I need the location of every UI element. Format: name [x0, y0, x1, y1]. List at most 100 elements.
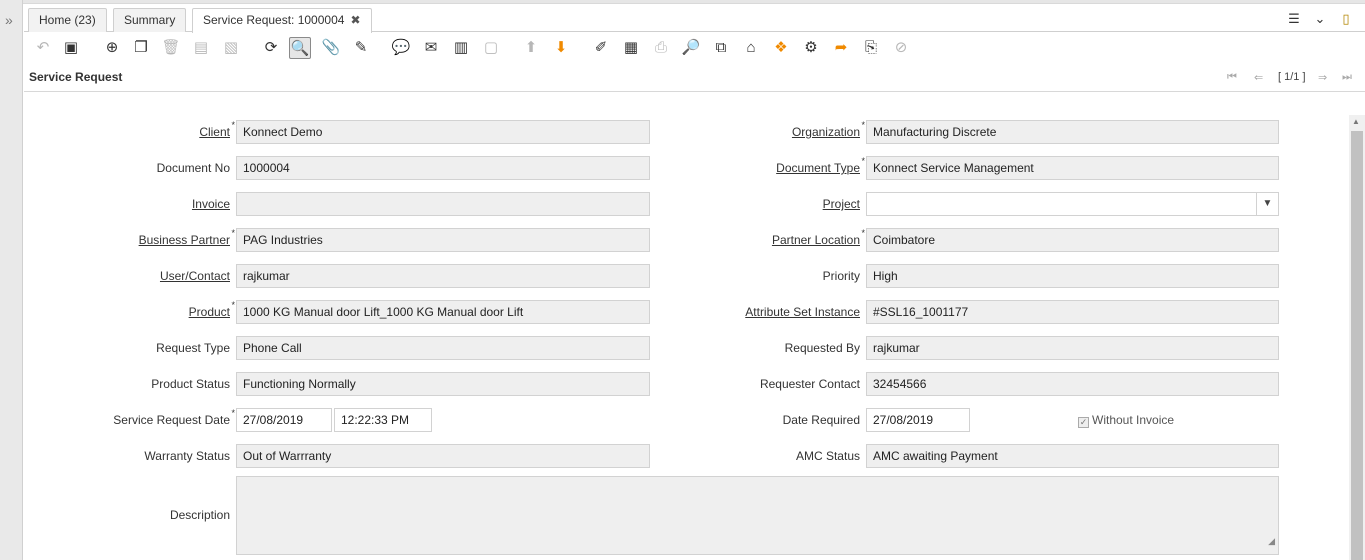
project-select[interactable]: ▼ — [866, 192, 1279, 216]
partner-location-field[interactable]: Coimbatore — [866, 228, 1279, 252]
document-type-label[interactable]: Document Type * — [776, 156, 865, 175]
priority-label: Priority — [822, 269, 860, 283]
next-record-icon[interactable]: ⇒ — [1318, 71, 1327, 84]
without-invoice-label: Without Invoice — [1092, 413, 1175, 427]
tab-label: Summary — [124, 13, 176, 27]
product-label[interactable]: Product * — [189, 300, 235, 319]
find-icon[interactable]: 🔍 — [289, 37, 311, 59]
archive-icon[interactable]: ▦ — [620, 37, 642, 59]
mandatory-marker: * — [231, 228, 235, 238]
chevron-down-icon[interactable]: ▼ — [1256, 193, 1278, 215]
document-icon[interactable]: ▯ — [1337, 10, 1355, 28]
detail-record-icon[interactable]: ⬇ — [550, 37, 572, 59]
product-field[interactable]: 1000 KG Manual door Lift_1000 KG Manual … — [236, 300, 650, 324]
tab-home[interactable]: Home (23) — [28, 8, 107, 32]
product-info-icon[interactable]: ⎘ — [860, 37, 882, 59]
history-icon[interactable]: ▢ — [480, 37, 502, 59]
scrollbar[interactable]: ▲ — [1349, 115, 1365, 560]
related-records-icon[interactable]: ⧉ — [710, 37, 732, 59]
label-text: Partner Location — [771, 233, 860, 247]
client-field[interactable]: Konnect Demo — [236, 120, 650, 144]
process-icon[interactable]: ⚙ — [800, 37, 822, 59]
date-required-label: Date Required — [782, 413, 860, 427]
side-panel-strip[interactable]: » — [0, 0, 23, 560]
new-record-icon[interactable]: ⊕ — [101, 37, 123, 59]
tab-service-request[interactable]: Service Request: 1000004 ✖ — [192, 8, 372, 33]
document-type-field[interactable]: Konnect Service Management — [866, 156, 1279, 180]
warranty-status-field[interactable]: Out of Warrranty — [236, 444, 650, 468]
collapse-icon[interactable]: ⌄ — [1311, 10, 1329, 28]
parent-record-icon[interactable]: ⬆ — [520, 37, 542, 59]
scroll-up-icon[interactable]: ▲ — [1352, 117, 1360, 126]
mandatory-marker: * — [861, 120, 865, 130]
help-icon[interactable]: ▣ — [60, 37, 82, 59]
delete-icon[interactable]: 🗑 — [160, 37, 182, 59]
organization-field[interactable]: Manufacturing Discrete — [866, 120, 1279, 144]
requester-contact-field[interactable]: 32454566 — [866, 372, 1279, 396]
export-icon[interactable]: ➦ — [830, 37, 852, 59]
resize-handle-icon[interactable]: ◢ — [1268, 530, 1275, 552]
business-partner-label[interactable]: Business Partner * — [138, 228, 235, 247]
menu-icon[interactable]: ☰ — [1285, 10, 1303, 28]
priority-field[interactable]: High — [866, 264, 1279, 288]
organization-label[interactable]: Organization * — [792, 120, 865, 139]
lock-icon[interactable]: ⊘ — [890, 37, 912, 59]
undo-icon[interactable]: ↶ — [32, 37, 54, 59]
without-invoice-checkbox[interactable]: ✓ Without Invoice — [1078, 413, 1174, 428]
product-status-field[interactable]: Functioning Normally — [236, 372, 650, 396]
invoice-label[interactable]: Invoice — [192, 197, 230, 211]
user-contact-field[interactable]: rajkumar — [236, 264, 650, 288]
attachment-icon[interactable]: 📎 — [320, 37, 342, 59]
refresh-icon[interactable]: ⟳ — [260, 37, 282, 59]
requester-contact-label: Requester Contact — [759, 377, 860, 391]
first-record-icon[interactable]: ⏮ — [1227, 71, 1237, 84]
service-request-date-field[interactable]: 27/08/2019 — [236, 408, 332, 432]
label-text: Business Partner — [138, 233, 230, 247]
project-label[interactable]: Project — [823, 197, 860, 211]
requested-by-label: Requested By — [784, 341, 860, 355]
requested-by-field[interactable]: rajkumar — [866, 336, 1279, 360]
document-no-label: Document No — [156, 161, 230, 175]
top-border — [0, 0, 1365, 4]
close-icon[interactable]: ✖ — [350, 13, 360, 27]
service-request-date-label: Service Request Date * — [113, 408, 235, 427]
save-new-icon[interactable]: ▧ — [220, 37, 242, 59]
zoom-across-icon[interactable]: 🔎 — [680, 37, 702, 59]
notes-icon[interactable]: ✎ — [350, 37, 372, 59]
tab-bar-actions: ☰ ⌄ ▯ — [1277, 10, 1355, 28]
label-text: Client — [199, 125, 230, 139]
grid-toggle-icon[interactable]: ▥ — [450, 37, 472, 59]
attribute-set-instance-label[interactable]: Attribute Set Instance — [745, 305, 860, 319]
description-field[interactable]: ◢ — [236, 476, 1279, 555]
previous-record-icon[interactable]: ⇐ — [1254, 71, 1263, 84]
page-title: Service Request — [29, 70, 123, 84]
expand-panel-icon[interactable]: » — [5, 12, 13, 28]
toolbar: ↶ ▣ ⊕ ❐ 🗑 ▤ ▧ ⟳ 🔍 📎 ✎ 💬 ✉ ▥ ▢ ⬆ ⬇ ✐ ▦ ⎙ … — [24, 34, 1365, 62]
attribute-set-instance-field[interactable]: #SSL16_1001177 — [866, 300, 1279, 324]
amc-status-field[interactable]: AMC awaiting Payment — [866, 444, 1279, 468]
request-icon[interactable]: ❖ — [770, 37, 792, 59]
date-required-field[interactable]: 27/08/2019 — [866, 408, 970, 432]
save-icon[interactable]: ▤ — [190, 37, 212, 59]
print-icon[interactable]: ⎙ — [650, 37, 672, 59]
last-record-icon[interactable]: ⏭ — [1342, 71, 1352, 84]
service-request-time-field[interactable]: 12:22:33 PM — [334, 408, 432, 432]
tab-summary[interactable]: Summary — [113, 8, 187, 32]
invoice-field[interactable] — [236, 192, 650, 216]
product-status-label: Product Status — [151, 377, 230, 391]
workflow-icon[interactable]: ⌂ — [740, 37, 762, 59]
report-icon[interactable]: ✐ — [590, 37, 612, 59]
scrollbar-thumb[interactable] — [1351, 131, 1363, 560]
request-type-field[interactable]: Phone Call — [236, 336, 650, 360]
partner-location-label[interactable]: Partner Location * — [771, 228, 865, 247]
checkbox-checked-icon[interactable]: ✓ — [1078, 417, 1089, 428]
business-partner-field[interactable]: PAG Industries — [236, 228, 650, 252]
copy-record-icon[interactable]: ❐ — [130, 37, 152, 59]
postit-icon[interactable]: ✉ — [420, 37, 442, 59]
document-no-field[interactable]: 1000004 — [236, 156, 650, 180]
description-label: Description — [169, 508, 230, 522]
user-contact-label[interactable]: User/Contact — [160, 269, 230, 283]
chat-icon[interactable]: 💬 — [390, 37, 412, 59]
client-label[interactable]: Client * — [199, 120, 235, 139]
tab-bar: Home (23) Summary Service Request: 10000… — [24, 6, 1365, 33]
